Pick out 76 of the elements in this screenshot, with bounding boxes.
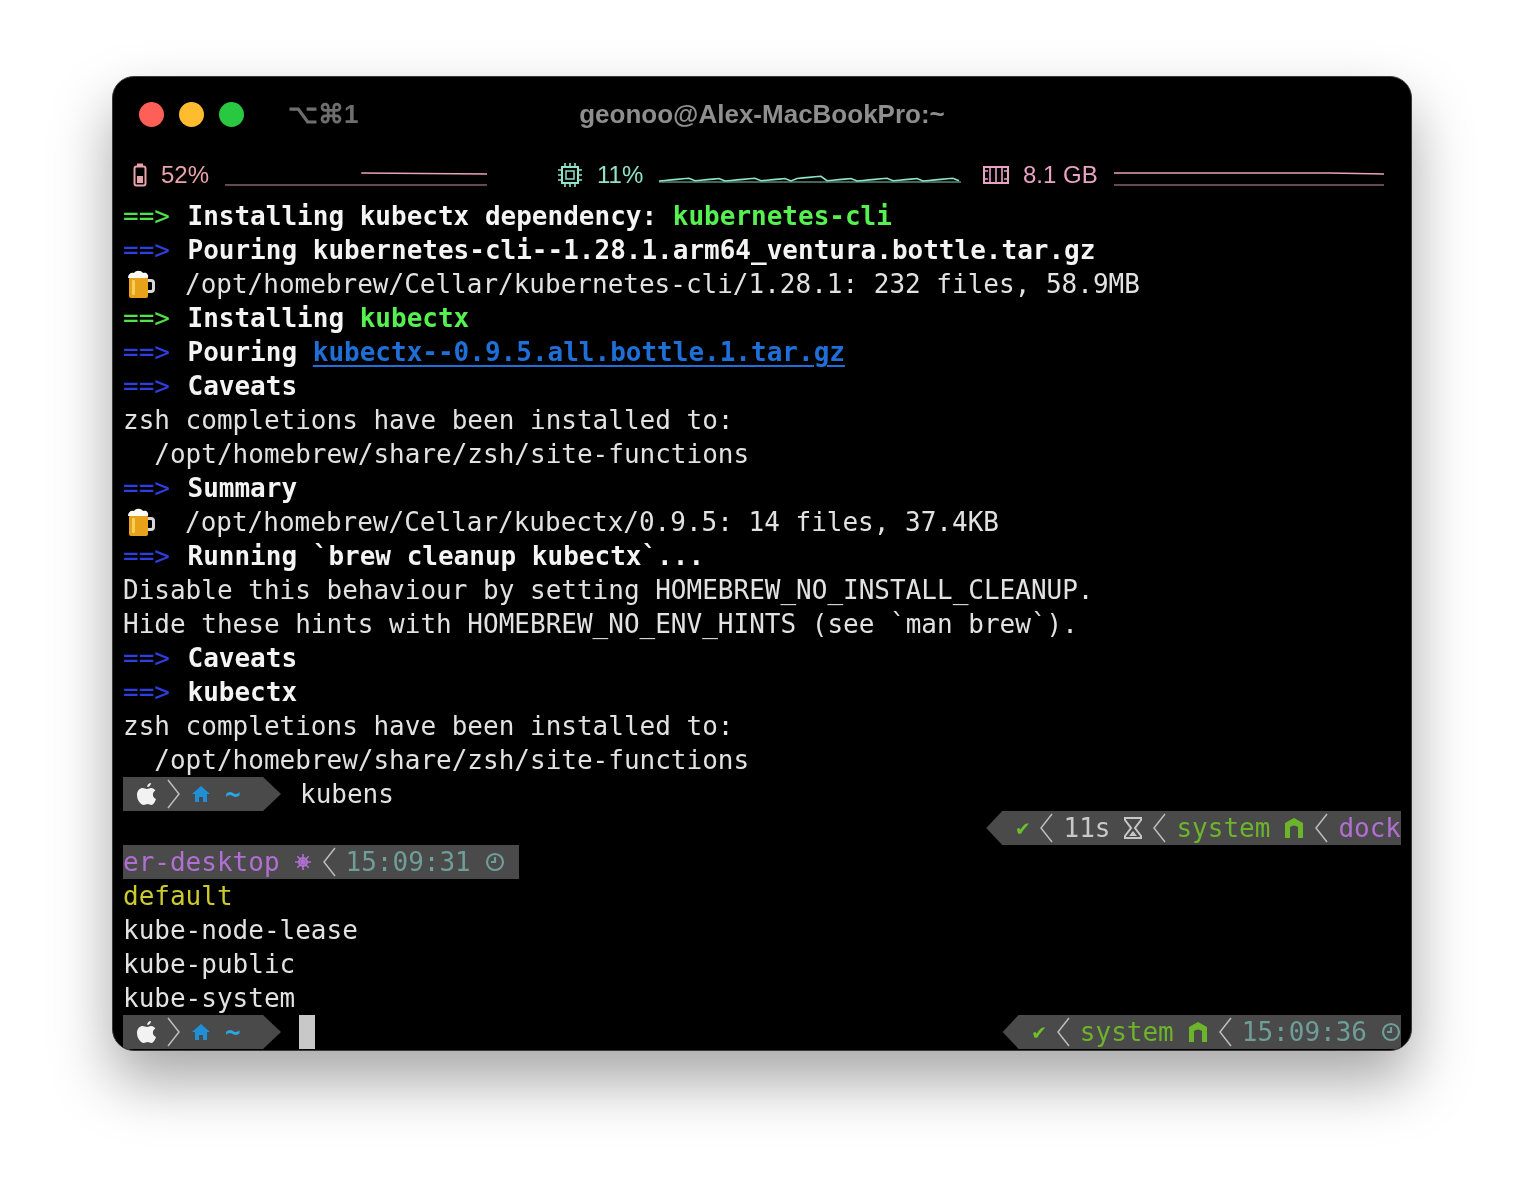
battery-icon: [133, 163, 147, 187]
env-text: system: [1079, 1016, 1174, 1049]
success-check: ✔: [1016, 814, 1030, 842]
env-text: system: [1176, 812, 1271, 845]
chip-icon: [557, 162, 583, 188]
duration-text: 11s: [1063, 812, 1111, 845]
success-check: ✔: [1032, 1018, 1046, 1046]
heading-text: Caveats: [187, 370, 298, 403]
package-name: kubernetes-cli: [672, 200, 892, 233]
separator-icon: [1152, 813, 1167, 843]
home-icon: [191, 785, 211, 803]
separator-icon: [1217, 1017, 1232, 1047]
node-icon: [1187, 1021, 1208, 1043]
clock-icon: [484, 852, 505, 872]
minimize-button[interactable]: [179, 101, 204, 127]
helm-wheel-icon: [293, 853, 312, 871]
heading-text: Caveats: [187, 642, 298, 675]
zoom-button[interactable]: [219, 101, 244, 127]
heading-marker: ==>: [123, 336, 171, 369]
output-line: /opt/homebrew/Cellar/kubectx/0.9.5: 14 files, 37.4KB: [185, 506, 999, 539]
separator-icon: [1039, 813, 1054, 843]
beer-mug-icon: [127, 269, 157, 299]
tab-shortcut: ⌥⌘1: [288, 97, 359, 131]
heading-text: Summary: [187, 472, 298, 505]
beer-mug-icon: [127, 507, 157, 537]
directory-text: ~: [225, 778, 241, 811]
package-name: kubectx: [359, 302, 470, 335]
heading-marker: ==>: [123, 302, 171, 335]
directory-text: ~: [225, 1016, 241, 1049]
hourglass-icon: [1124, 817, 1143, 839]
heading-text: Running `brew cleanup kubectx`...: [187, 540, 705, 573]
home-icon: [191, 1023, 211, 1041]
context-text: dock: [1338, 812, 1401, 845]
heading-marker: ==>: [123, 676, 171, 709]
time-text: 15:09:36: [1241, 1016, 1367, 1049]
separator-icon: [1314, 813, 1329, 843]
heading-text: Pouring: [187, 336, 299, 369]
heading-marker: ==>: [123, 200, 171, 233]
heading-text: kubectx: [187, 676, 298, 709]
apple-icon: [137, 782, 157, 806]
output-line: /opt/homebrew/share/zsh/site-functions: [153, 438, 750, 471]
time-text: 15:09:31: [345, 846, 471, 879]
output-line: default: [123, 880, 233, 913]
context-text: er-desktop: [123, 846, 280, 879]
output-line: kube-node-lease: [123, 914, 358, 947]
separator-icon: [167, 1017, 181, 1047]
separator-icon: [1055, 1017, 1070, 1047]
separator-icon: [321, 847, 336, 877]
usage-reading: 52%: [161, 160, 210, 190]
heading-marker: ==>: [123, 540, 171, 573]
heading-text: Installing: [187, 302, 346, 335]
output-line: zsh completions have been installed to:: [123, 710, 734, 743]
heading-marker: ==>: [123, 472, 171, 505]
command-text: kubens: [300, 778, 394, 811]
apple-icon: [137, 1020, 157, 1044]
heading-text: Pouring kubernetes-cli--1.28.1.arm64_ventura.bottle.tar.gz: [187, 234, 1096, 267]
usage-reading: 8.1 GB: [1023, 160, 1098, 190]
close-button[interactable]: [139, 101, 164, 127]
heading-marker: ==>: [123, 642, 171, 675]
output-line: Hide these hints with HOMEBREW_NO_ENV_HINTS (see `man brew`).: [123, 608, 1078, 641]
separator-icon: [167, 779, 181, 809]
clock-icon: [1381, 1022, 1401, 1042]
output-line: kube-system: [123, 982, 296, 1015]
heading-marker: ==>: [123, 234, 171, 267]
output-line: zsh completions have been installed to:: [123, 404, 734, 437]
output-line: kube-public: [123, 948, 296, 981]
heading-text: Installing kubectx dependency:: [187, 200, 659, 233]
output-line: Disable this behaviour by setting HOMEBREW_NO_INSTALL_CLEANUP.: [123, 574, 1094, 607]
window-title: geonoo@Alex-MacBookPro:~: [579, 97, 945, 131]
file-link[interactable]: kubectx--0.9.5.all.bottle.1.tar.gz: [312, 335, 845, 369]
node-icon: [1284, 817, 1305, 839]
heading-marker: ==>: [123, 370, 171, 403]
usage-reading: 11%: [597, 160, 644, 190]
memory-icon: [983, 165, 1009, 185]
output-line: /opt/homebrew/share/zsh/site-functions: [153, 744, 750, 777]
output-line: /opt/homebrew/Cellar/kubernetes-cli/1.28.1: 232 files, 58.9MB: [185, 268, 1140, 301]
